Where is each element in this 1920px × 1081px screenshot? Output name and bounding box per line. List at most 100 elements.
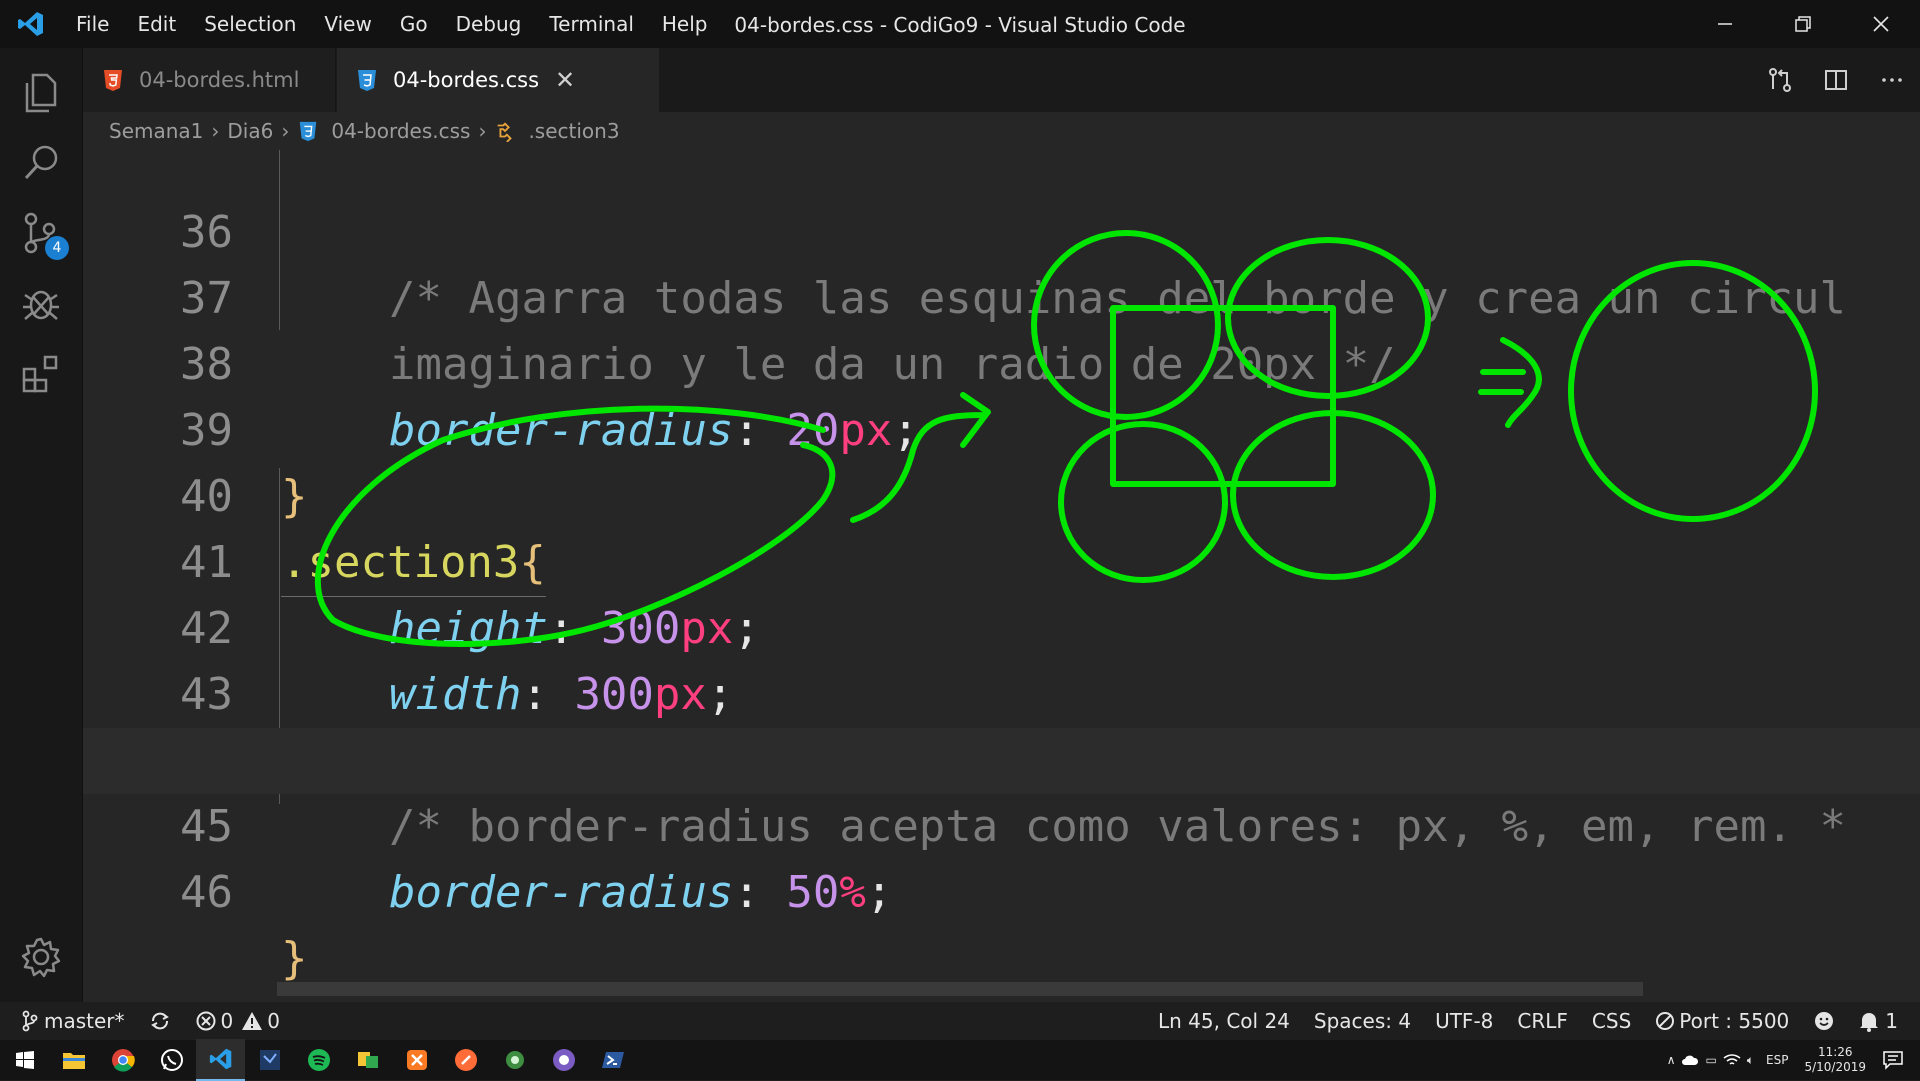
- open-changes-button[interactable]: [1752, 48, 1808, 112]
- cursor-position[interactable]: Ln 45, Col 24: [1146, 1002, 1302, 1040]
- vscode-logo-icon: [0, 0, 62, 48]
- menu-view[interactable]: View: [310, 0, 385, 48]
- clock-date: 5/10/2019: [1804, 1060, 1866, 1074]
- eol-status[interactable]: CRLF: [1505, 1002, 1580, 1040]
- branch-status[interactable]: master*: [0, 1002, 137, 1040]
- minimize-button[interactable]: [1686, 0, 1764, 48]
- taskbar-app[interactable]: [343, 1040, 392, 1080]
- error-icon: [196, 1011, 216, 1031]
- code-punctuation: ;: [865, 867, 893, 918]
- css-unit: %: [839, 867, 866, 918]
- breadcrumb-folder[interactable]: Dia6: [227, 119, 273, 143]
- folder-icon: [62, 1053, 85, 1069]
- source-control-button[interactable]: 4: [0, 198, 82, 268]
- close-icon: [1873, 16, 1889, 32]
- menu-file[interactable]: File: [62, 0, 123, 48]
- close-window-button[interactable]: [1842, 0, 1920, 48]
- encoding-status[interactable]: UTF-8: [1423, 1002, 1505, 1040]
- menu-selection[interactable]: Selection: [190, 0, 310, 48]
- start-button[interactable]: [0, 1040, 49, 1080]
- explorer-button[interactable]: [0, 58, 82, 128]
- powershell-icon: [601, 1052, 624, 1068]
- chevron-up-icon[interactable]: ∧: [1667, 1053, 1676, 1067]
- vscode-icon: [209, 1048, 231, 1070]
- debug-button[interactable]: [0, 268, 82, 338]
- taskbar-xampp[interactable]: [392, 1040, 441, 1080]
- app-icon: [357, 1052, 378, 1068]
- breadcrumb-file[interactable]: 04-bordes.css: [331, 119, 470, 143]
- windows-icon: [15, 1051, 34, 1069]
- taskbar-whatsapp[interactable]: [147, 1040, 196, 1080]
- menu-terminal[interactable]: Terminal: [535, 0, 648, 48]
- tab-html-file[interactable]: 04-bordes.html: [83, 48, 336, 112]
- speaker-icon[interactable]: 🔈︎: [1747, 1053, 1754, 1068]
- breadcrumb-symbol[interactable]: .section3: [528, 119, 619, 143]
- taskbar-app[interactable]: [539, 1040, 588, 1080]
- code-line-current: 45 border-radius: 50%;: [83, 728, 1920, 918]
- restore-button[interactable]: [1764, 0, 1842, 48]
- breadcrumb: Semana1 › Dia6 › 04-bordes.css › .sectio…: [83, 112, 1920, 150]
- postman-icon: [454, 1049, 477, 1071]
- menu-debug[interactable]: Debug: [442, 0, 536, 48]
- wifi-icon[interactable]: [1723, 1053, 1741, 1067]
- gear-icon: [21, 937, 61, 978]
- taskbar-powershell[interactable]: [588, 1040, 637, 1080]
- cloud-icon[interactable]: [1681, 1053, 1699, 1067]
- battery-icon[interactable]: ▭: [1705, 1053, 1716, 1067]
- whatsapp-icon: [160, 1049, 183, 1071]
- menu-help[interactable]: Help: [648, 0, 722, 48]
- code-line: 38 border-radius: 20px;: [83, 266, 1920, 456]
- code-punctuation: :: [733, 867, 787, 918]
- extensions-button[interactable]: [0, 338, 82, 408]
- code-editor[interactable]: 36 /* Agarra todas las esquinas del bord…: [83, 150, 1920, 1002]
- feedback-button[interactable]: [1801, 1002, 1847, 1040]
- close-tab-icon[interactable]: ✕: [555, 66, 575, 94]
- more-actions-button[interactable]: [1864, 48, 1920, 112]
- menu-go[interactable]: Go: [386, 0, 442, 48]
- taskbar-explorer[interactable]: [49, 1040, 98, 1080]
- settings-button[interactable]: [0, 922, 82, 992]
- files-icon: [25, 73, 57, 113]
- taskbar-spotify[interactable]: [294, 1040, 343, 1080]
- code-line: 42 width: 300px;: [83, 530, 1920, 720]
- language-mode[interactable]: CSS: [1580, 1002, 1643, 1040]
- ellipsis-icon: [1882, 78, 1902, 82]
- tab-label: 04-bordes.html: [139, 68, 300, 92]
- indentation-status[interactable]: Spaces: 4: [1302, 1002, 1423, 1040]
- taskbar-app[interactable]: [490, 1040, 539, 1080]
- warning-icon: [242, 1012, 263, 1030]
- notification-count: 1: [1885, 1009, 1898, 1033]
- taskbar-chrome[interactable]: [98, 1040, 147, 1080]
- clock[interactable]: 11:26 5/10/2019: [1804, 1045, 1866, 1075]
- status-bar: master* 0 0 Ln 45, Col 24 Spaces: 4 UTF-…: [0, 1002, 1920, 1040]
- tab-label: 04-bordes.css: [393, 68, 540, 92]
- sync-button[interactable]: [137, 1002, 183, 1040]
- tab-css-file[interactable]: 04-bordes.css ✕: [337, 48, 659, 112]
- taskbar-app[interactable]: [245, 1040, 294, 1080]
- search-button[interactable]: [0, 128, 82, 198]
- problems-status[interactable]: 0 0: [183, 1002, 292, 1040]
- split-editor-button[interactable]: [1808, 48, 1864, 112]
- language-indicator[interactable]: ESP: [1766, 1053, 1788, 1067]
- menu-edit[interactable]: Edit: [123, 0, 190, 48]
- scm-badge: 4: [45, 236, 69, 260]
- git-branch-icon: [22, 1010, 38, 1032]
- taskbar-vscode[interactable]: [196, 1039, 245, 1081]
- horizontal-scrollbar[interactable]: [277, 982, 1643, 996]
- notifications-button[interactable]: 1: [1847, 1002, 1910, 1040]
- app-icon: [259, 1050, 280, 1070]
- code-line: 40 .section3{: [83, 398, 1920, 597]
- action-center-icon[interactable]: [1882, 1050, 1904, 1070]
- app-icon: [505, 1051, 524, 1069]
- taskbar-postman[interactable]: [441, 1040, 490, 1080]
- html5-icon: [104, 70, 122, 91]
- tab-bar: 04-bordes.html 04-bordes.css ✕: [83, 48, 1920, 112]
- editor-actions: [1752, 48, 1920, 112]
- bell-icon: [1860, 1013, 1879, 1032]
- css-number: 50: [786, 867, 840, 918]
- system-tray: ∧ ▭ 🔈︎ ESP 11:26 5/10/2019: [1661, 1040, 1920, 1080]
- restore-icon: [1795, 16, 1811, 32]
- live-server-status[interactable]: Port : 5500: [1643, 1002, 1801, 1040]
- breadcrumb-folder[interactable]: Semana1: [109, 119, 203, 143]
- code-line: 36 /* Agarra todas las esquinas del bord…: [83, 150, 1920, 324]
